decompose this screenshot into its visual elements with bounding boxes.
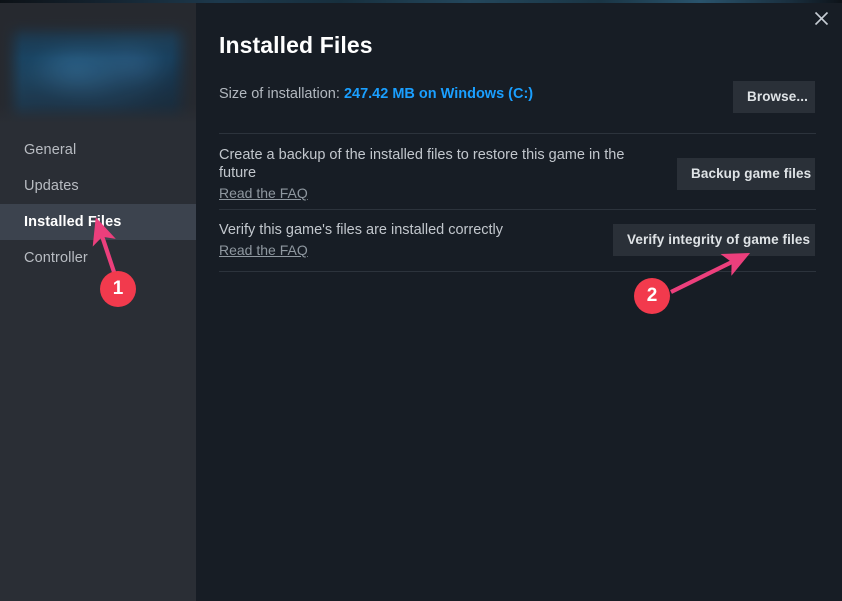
sidebar: General Updates Installed Files Controll… bbox=[0, 0, 196, 601]
game-properties-dialog: General Updates Installed Files Controll… bbox=[0, 0, 842, 601]
sidebar-item-controller[interactable]: Controller bbox=[0, 240, 196, 276]
sidebar-item-label: Updates bbox=[24, 178, 79, 194]
verify-section: Verify this game's files are installed c… bbox=[219, 221, 639, 260]
main-panel: Installed Files Size of installation: 24… bbox=[196, 0, 842, 601]
backup-faq-link[interactable]: Read the FAQ bbox=[219, 185, 308, 201]
game-banner-container bbox=[0, 0, 196, 124]
backup-game-files-button[interactable]: Backup game files bbox=[677, 158, 815, 190]
backup-section: Create a backup of the installed files t… bbox=[219, 146, 639, 203]
banner-vignette-overlay bbox=[0, 0, 196, 124]
installation-size-row: Size of installation: 247.42 MB on Windo… bbox=[219, 86, 533, 102]
sidebar-nav: General Updates Installed Files Controll… bbox=[0, 132, 196, 276]
sidebar-item-label: Installed Files bbox=[24, 214, 122, 230]
verify-integrity-button[interactable]: Verify integrity of game files bbox=[613, 224, 815, 256]
divider bbox=[219, 133, 816, 134]
window-top-edge-glow bbox=[0, 0, 842, 3]
installation-size-label: Size of installation: bbox=[219, 86, 340, 102]
divider bbox=[219, 271, 816, 272]
divider bbox=[219, 209, 816, 210]
verify-faq-link[interactable]: Read the FAQ bbox=[219, 242, 308, 258]
verify-description: Verify this game's files are installed c… bbox=[219, 222, 504, 238]
close-icon[interactable] bbox=[805, 3, 837, 33]
installation-size-value[interactable]: 247.42 MB on Windows (C:) bbox=[344, 86, 533, 102]
sidebar-item-updates[interactable]: Updates bbox=[0, 168, 196, 204]
sidebar-item-installed-files[interactable]: Installed Files bbox=[0, 204, 196, 240]
browse-button[interactable]: Browse... bbox=[733, 81, 815, 113]
sidebar-item-general[interactable]: General bbox=[0, 132, 196, 168]
backup-description: Create a backup of the installed files t… bbox=[219, 147, 625, 181]
sidebar-item-label: General bbox=[24, 142, 77, 158]
page-title: Installed Files bbox=[219, 32, 373, 58]
sidebar-item-label: Controller bbox=[24, 250, 88, 266]
